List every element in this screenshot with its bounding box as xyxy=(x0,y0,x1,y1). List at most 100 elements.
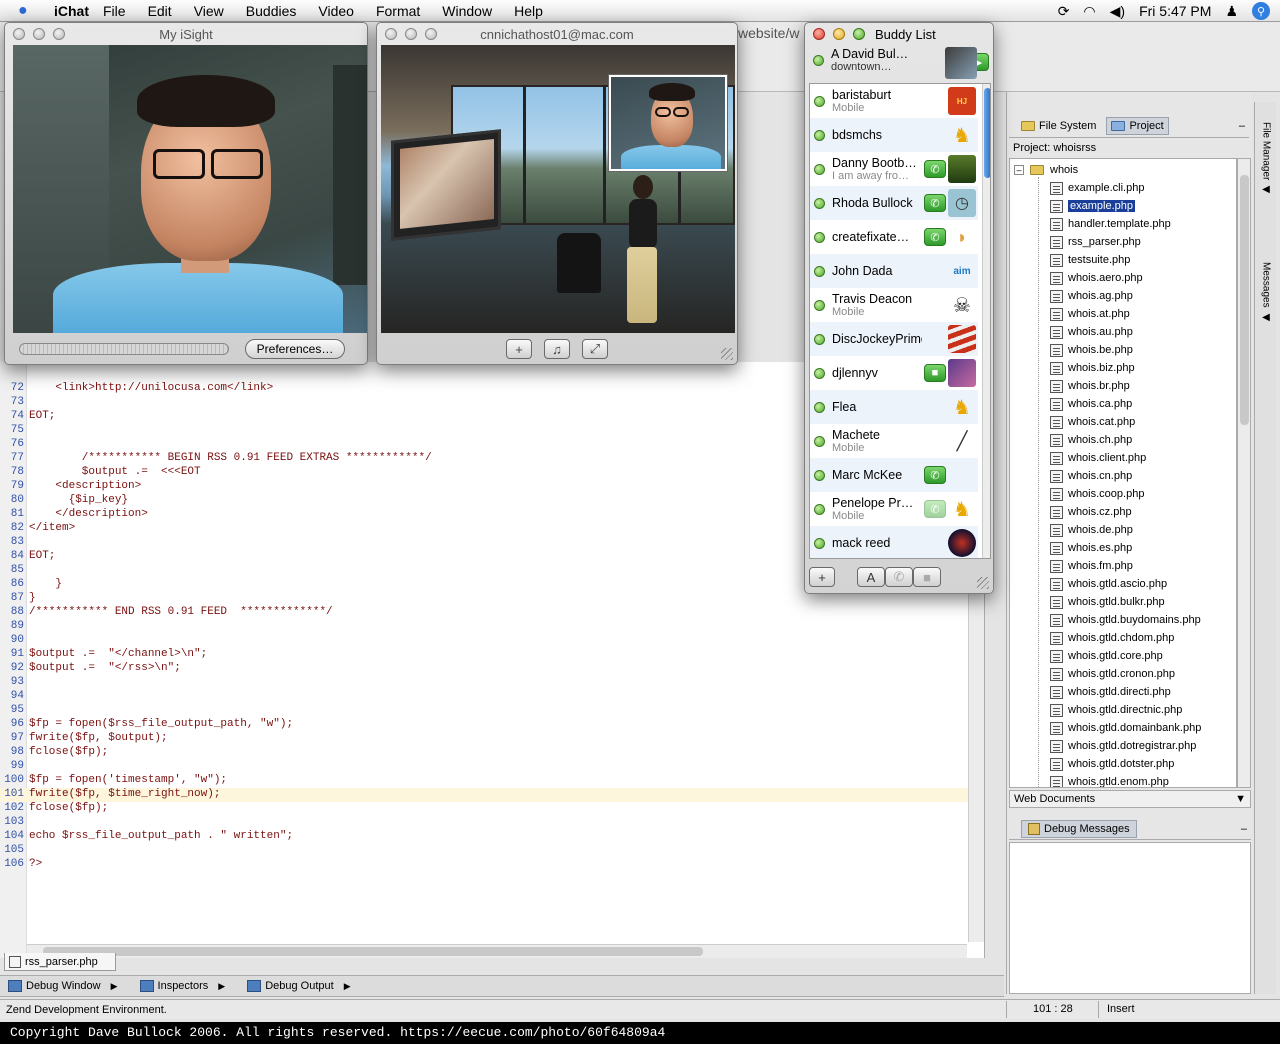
tree-file-item[interactable]: example.cli.php xyxy=(1050,179,1144,197)
buddy-row[interactable]: John Dada aim xyxy=(810,254,978,288)
spotlight-icon[interactable]: ⚲ xyxy=(1252,2,1270,20)
tree-file-item[interactable]: whois.fm.php xyxy=(1050,557,1133,575)
tree-file-item[interactable]: whois.gtld.buydomains.php xyxy=(1050,611,1201,629)
tree-file-item[interactable]: whois.gtld.bulkr.php xyxy=(1050,593,1165,611)
phone-icon[interactable]: ✆ xyxy=(924,500,946,518)
close-icon[interactable] xyxy=(385,28,397,40)
tree-folder-root[interactable]: – whois xyxy=(1014,161,1078,179)
scroll-thumb[interactable] xyxy=(43,947,703,956)
tree-file-item[interactable]: whois.au.php xyxy=(1050,323,1133,341)
local-video-preview[interactable] xyxy=(609,75,727,171)
tree-file-item[interactable]: whois.gtld.directi.php xyxy=(1050,683,1171,701)
tree-file-item[interactable]: handler.template.php xyxy=(1050,215,1171,233)
minimize-icon[interactable]: – xyxy=(1241,823,1247,835)
phone-icon[interactable]: ✆ xyxy=(924,228,946,246)
code-line[interactable]: 93 xyxy=(0,676,968,690)
apple-menu-icon[interactable]: ● xyxy=(18,2,40,20)
code-line[interactable]: 99 xyxy=(0,760,968,774)
zoom-icon[interactable] xyxy=(853,28,865,40)
tree-file-item[interactable]: whois.gtld.directnic.php xyxy=(1050,701,1182,719)
buddy-row[interactable]: Flea ♞ xyxy=(810,390,978,424)
sync-icon[interactable]: ⟳ xyxy=(1058,3,1070,20)
menu-window[interactable]: Window xyxy=(442,3,492,19)
buddy-row[interactable]: Rhoda Bullock ✆ ◷ xyxy=(810,186,978,220)
tab-file-system[interactable]: File System xyxy=(1017,118,1100,134)
phone-icon[interactable]: ✆ xyxy=(924,194,946,212)
code-line[interactable]: 89 xyxy=(0,620,968,634)
code-line[interactable]: 103 xyxy=(0,816,968,830)
buddy-row[interactable]: Machete Mobile ╱ xyxy=(810,424,978,458)
menu-clock[interactable]: Fri 5:47 PM xyxy=(1139,3,1211,19)
video-chat-button[interactable]: ■ xyxy=(913,567,941,587)
buddy-list-window[interactable]: Buddy List A David Bul… downtown… ▶ bari… xyxy=(804,22,994,594)
project-tree[interactable]: – whois example.cli.php example.php handle… xyxy=(1009,158,1237,788)
preferences-button[interactable]: Preferences… xyxy=(245,339,345,359)
minimize-icon[interactable] xyxy=(833,28,845,40)
buddy-row[interactable]: Travis Deacon Mobile ☠ xyxy=(810,288,978,322)
menu-help[interactable]: Help xyxy=(514,3,543,19)
code-line[interactable]: 96 $fp = fopen($rss_file_output_path, "w"… xyxy=(0,718,968,732)
code-line[interactable]: 102 fclose($fp); xyxy=(0,802,968,816)
close-icon[interactable] xyxy=(13,28,25,40)
isight-window[interactable]: My iSight Preferences… xyxy=(4,22,368,365)
buddy-row[interactable]: bdsmchs ♞ xyxy=(810,118,978,152)
tree-file-item[interactable]: whois.coop.php xyxy=(1050,485,1144,503)
tree-file-item[interactable]: whois.gtld.enom.php xyxy=(1050,773,1169,787)
buddy-row[interactable]: baristaburt Mobile HJ xyxy=(810,84,978,118)
tree-file-item[interactable]: whois.aero.php xyxy=(1050,269,1143,287)
code-line[interactable]: 91 $output .= "</channel>\n"; xyxy=(0,648,968,662)
menu-view[interactable]: View xyxy=(194,3,224,19)
window-titlebar[interactable]: My iSight xyxy=(5,23,367,45)
tree-file-item[interactable]: example.php xyxy=(1050,197,1135,215)
tree-file-item[interactable]: testsuite.php xyxy=(1050,251,1130,269)
resize-handle[interactable] xyxy=(721,348,733,360)
menu-buddies[interactable]: Buddies xyxy=(246,3,297,19)
close-icon[interactable] xyxy=(813,28,825,40)
tree-file-item[interactable]: whois.br.php xyxy=(1050,377,1130,395)
code-line[interactable]: 90 xyxy=(0,634,968,648)
tree-file-item[interactable]: whois.gtld.ascio.php xyxy=(1050,575,1167,593)
code-line[interactable]: 101 fwrite($fp, $time_right_now); xyxy=(0,788,968,802)
tree-file-item[interactable]: whois.be.php xyxy=(1050,341,1133,359)
tree-scrollbar[interactable] xyxy=(1237,158,1251,788)
tree-file-item[interactable]: rss_parser.php xyxy=(1050,233,1141,251)
tree-file-item[interactable]: whois.ch.php xyxy=(1050,431,1132,449)
menu-video[interactable]: Video xyxy=(318,3,354,19)
buddy-row[interactable]: createfixate… ✆ ◗ xyxy=(810,220,978,254)
zoom-icon[interactable] xyxy=(53,28,65,40)
buddy-list[interactable]: baristaburt Mobile HJ bdsmchs ♞ Danny Bootb… I… xyxy=(809,83,991,559)
tree-file-item[interactable]: whois.at.php xyxy=(1050,305,1130,323)
video-chat-window[interactable]: cnnichathost01@mac.com + ♫ ⤢ xyxy=(376,22,738,365)
zoom-icon[interactable] xyxy=(425,28,437,40)
editor-file-tab[interactable]: rss_parser.php xyxy=(4,953,116,971)
tree-file-item[interactable]: whois.cat.php xyxy=(1050,413,1135,431)
add-participant-button[interactable]: + xyxy=(506,339,532,359)
tree-file-item[interactable]: whois.ca.php xyxy=(1050,395,1132,413)
tree-file-item[interactable]: whois.gtld.core.php xyxy=(1050,647,1163,665)
tree-file-item[interactable]: whois.gtld.cronon.php xyxy=(1050,665,1175,683)
tab-debug-messages[interactable]: Debug Messages xyxy=(1021,819,1137,838)
code-line[interactable]: 92 $output .= "</rss>\n"; xyxy=(0,662,968,676)
tree-file-item[interactable]: whois.de.php xyxy=(1050,521,1133,539)
volume-icon[interactable]: ◀) xyxy=(1110,3,1125,20)
code-line[interactable]: 104 echo $rss_file_output_path . " writte… xyxy=(0,830,968,844)
code-line[interactable]: 97 fwrite($fp, $output); xyxy=(0,732,968,746)
tree-file-item[interactable]: whois.es.php xyxy=(1050,539,1132,557)
window-titlebar[interactable]: Buddy List xyxy=(805,23,993,45)
code-line[interactable]: 87} xyxy=(0,592,968,606)
add-buddy-button[interactable]: + xyxy=(809,567,835,587)
menu-format[interactable]: Format xyxy=(376,3,420,19)
fullscreen-button[interactable]: ⤢ xyxy=(582,339,608,359)
tree-file-item[interactable]: whois.biz.php xyxy=(1050,359,1135,377)
tree-file-item[interactable]: whois.gtld.dotregistrar.php xyxy=(1050,737,1196,755)
buddy-row[interactable]: Danny Bootb… I am away fro… ✆ xyxy=(810,152,978,186)
web-documents-dropdown[interactable]: Web Documents ▼ xyxy=(1009,790,1251,808)
wifi-icon[interactable]: ◠ xyxy=(1083,3,1095,20)
tree-file-item[interactable]: whois.client.php xyxy=(1050,449,1146,467)
phone-icon[interactable]: ✆ xyxy=(924,466,946,484)
buddy-row[interactable]: Marc McKee ✆ xyxy=(810,458,978,492)
tree-file-item[interactable]: whois.ag.php xyxy=(1050,287,1133,305)
tree-file-item[interactable]: whois.gtld.domainbank.php xyxy=(1050,719,1201,737)
user-icon[interactable]: ♟ xyxy=(1225,3,1238,20)
my-status-message[interactable]: downtown… xyxy=(831,61,921,74)
